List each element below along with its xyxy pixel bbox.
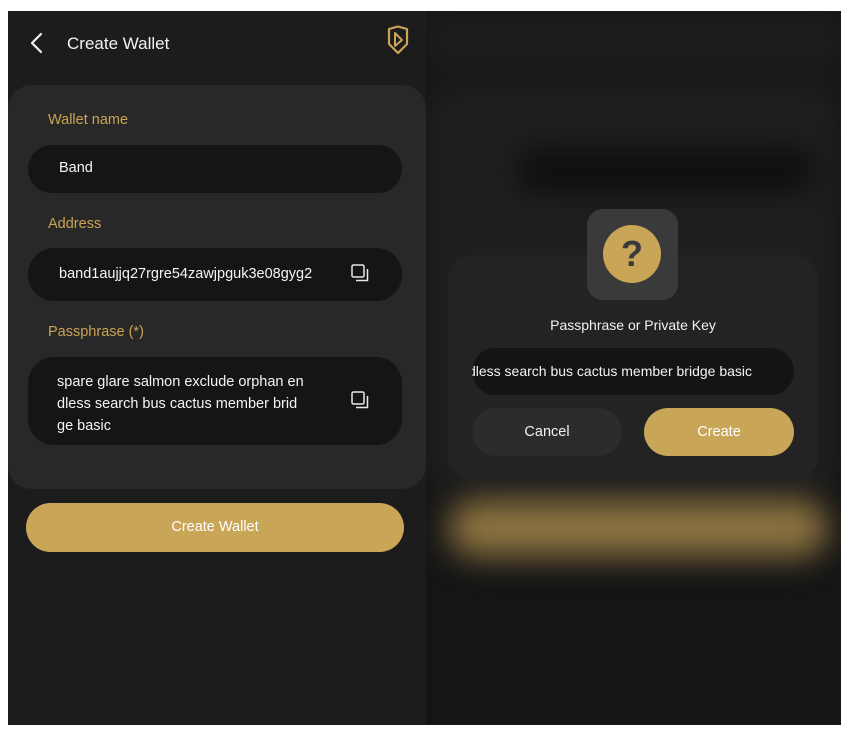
passphrase-text: spare glare salmon exclude orphan en dle… [57,371,304,437]
create-wallet-screen: Create Wallet Wallet name Band Address b… [8,11,426,725]
passphrase-line: ge basic [57,418,112,434]
app-header: Create Wallet [8,11,426,75]
blurred-input [516,147,816,193]
wallet-form-card: Wallet name Band Address band1aujjq27rgr… [8,85,426,489]
band-logo-icon [387,25,409,55]
back-icon[interactable] [26,31,48,55]
copy-passphrase-icon[interactable] [351,391,369,409]
cancel-button[interactable]: Cancel [472,408,622,456]
question-badge: ? [587,209,678,300]
passphrase-line: dless search bus cactus member brid [57,396,298,412]
blurred-header [426,11,841,75]
wallet-name-input[interactable]: Band [28,145,402,193]
passphrase-line: spare glare salmon exclude orphan en [57,374,304,390]
address-label: Address [48,216,102,232]
wallet-name-value: Band [59,160,93,176]
passphrase-input-value: spare glare salmon exclude orphan endles… [472,363,752,379]
create-button[interactable]: Create [644,408,794,456]
question-icon: ? [603,225,661,283]
wallet-name-label: Wallet name [48,112,129,128]
dialog-title: Passphrase or Private Key [550,317,716,333]
passphrase-dialog-screen: Passphrase or Private Key spare glare sa… [426,11,841,725]
page-title: Create Wallet [67,34,170,53]
blurred-create-button [448,499,828,557]
passphrase-input[interactable]: spare glare salmon exclude orphan endles… [472,348,794,395]
create-wallet-button[interactable]: Create Wallet [26,503,404,552]
copy-address-icon[interactable] [351,264,369,282]
address-field: band1aujjq27rgre54zawjpguk3e08gyg2 [28,248,402,301]
passphrase-label: Passphrase (*) [48,324,144,340]
address-value: band1aujjq27rgre54zawjpguk3e08gyg2 [59,266,313,282]
passphrase-field: spare glare salmon exclude orphan en dle… [28,357,402,445]
